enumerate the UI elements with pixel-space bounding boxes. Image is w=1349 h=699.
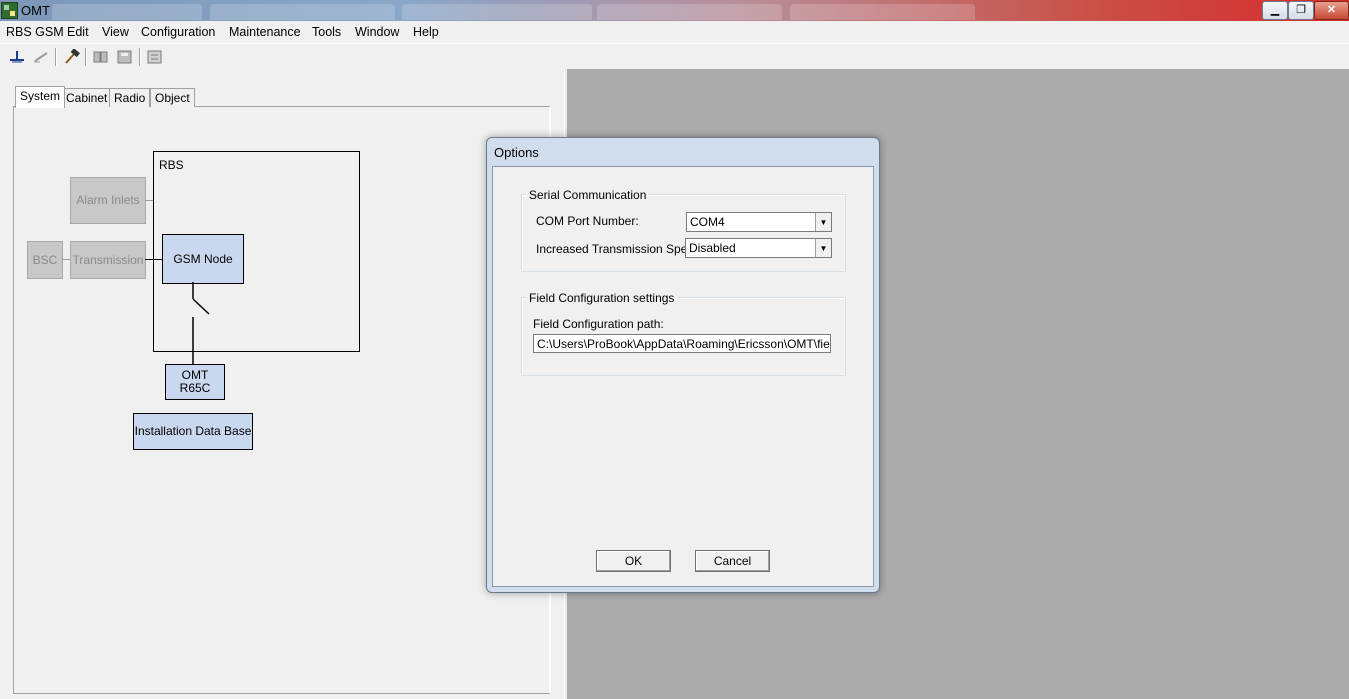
compare-icon[interactable] [145,47,165,66]
omt-node[interactable]: OMT R65C [165,364,225,400]
field-path-input[interactable]: C:\Users\ProBook\AppData\Roaming\Ericsso… [533,334,831,353]
background-tab [402,4,592,20]
tab-system[interactable]: System [15,86,66,108]
cancel-button[interactable]: Cancel [695,550,770,572]
com-port-select[interactable]: COM4 ▼ [686,212,832,232]
toolbar-separator [55,48,57,66]
save-icon[interactable] [115,47,135,66]
dialog-title: Options [494,145,539,160]
menu-tools[interactable]: Tools [312,25,341,39]
menu-bar: RBS GSM Edit View Configuration Maintena… [0,21,1349,42]
ok-button[interactable]: OK [596,550,671,572]
window-title: OMT [21,3,50,18]
background-tab [52,4,202,20]
maximize-button[interactable]: ❐ [1288,1,1314,20]
switch-connector [192,282,210,364]
tab-radio[interactable]: Radio [109,88,151,107]
menu-rbs-gsm[interactable]: RBS GSM [6,25,64,39]
transmission-speed-select[interactable]: Disabled ▼ [685,238,832,258]
serial-communication-legend: Serial Communication [526,188,650,202]
transmission-node[interactable]: Transmission [70,241,146,279]
toolbar [0,43,1349,70]
field-configuration-legend: Field Configuration settings [526,291,678,305]
toolbar-separator [139,48,141,66]
gsm-node[interactable]: GSM Node [162,234,244,284]
menu-view[interactable]: View [102,25,129,39]
com-port-value: COM4 [690,215,725,229]
app-icon [1,2,18,19]
disconnect-icon[interactable] [31,47,51,66]
connector-line [145,200,153,201]
rbs-label: RBS [159,158,184,172]
tab-object[interactable]: Object [150,88,195,107]
com-port-label: COM Port Number: [536,214,639,228]
bsc-node[interactable]: BSC [27,241,63,279]
installation-database-node[interactable]: Installation Data Base [133,413,253,450]
tab-cabinet[interactable]: Cabinet [61,88,113,107]
background-tab [210,4,395,20]
menu-help[interactable]: Help [413,25,439,39]
connector-line [145,259,162,260]
title-bar: OMT ▁ ❐ ✕ [0,0,1349,21]
menu-window[interactable]: Window [355,25,399,39]
toolbar-separator [85,48,87,66]
options-dialog: Options Serial Communication COM Port Nu… [486,137,880,593]
connect-icon[interactable] [7,47,27,66]
background-tab [790,4,975,20]
close-button[interactable]: ✕ [1314,1,1349,20]
chevron-down-icon[interactable]: ▼ [815,213,831,231]
chevron-down-icon[interactable]: ▼ [815,239,831,257]
dialog-body: Serial Communication COM Port Number: CO… [492,166,874,587]
menu-edit[interactable]: Edit [67,25,89,39]
transmission-speed-label: Increased Transmission Speed: [536,242,705,256]
background-tab [597,4,782,20]
serial-communication-group [521,194,846,272]
menu-maintenance[interactable]: Maintenance [229,25,301,39]
menu-configuration[interactable]: Configuration [141,25,215,39]
connector-line [62,259,70,260]
field-path-label: Field Configuration path: [533,317,664,331]
alarm-inlets-node[interactable]: Alarm Inlets [70,177,146,224]
minimize-button[interactable]: ▁ [1262,1,1288,20]
book-icon[interactable] [91,47,111,66]
transmission-speed-value: Disabled [689,241,736,255]
hammer-icon[interactable] [61,47,81,66]
